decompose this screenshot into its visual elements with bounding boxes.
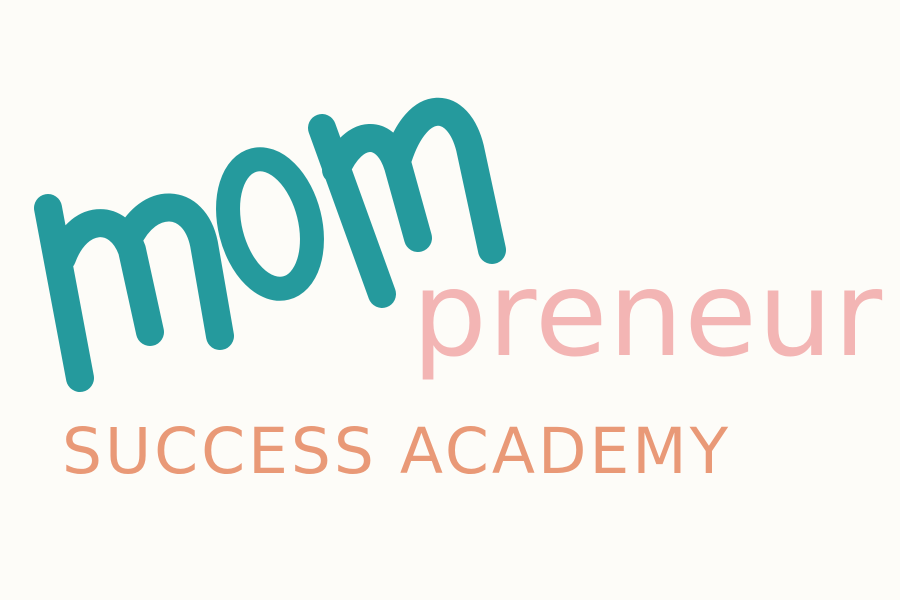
preneur-word: preneur xyxy=(412,245,884,383)
letter-m-first xyxy=(34,193,234,392)
letter-o xyxy=(216,147,324,301)
success-academy-tagline: SUCCESS ACADEMY xyxy=(62,415,732,488)
logo-canvas: preneur SUCCESS ACADEMY xyxy=(0,0,900,600)
